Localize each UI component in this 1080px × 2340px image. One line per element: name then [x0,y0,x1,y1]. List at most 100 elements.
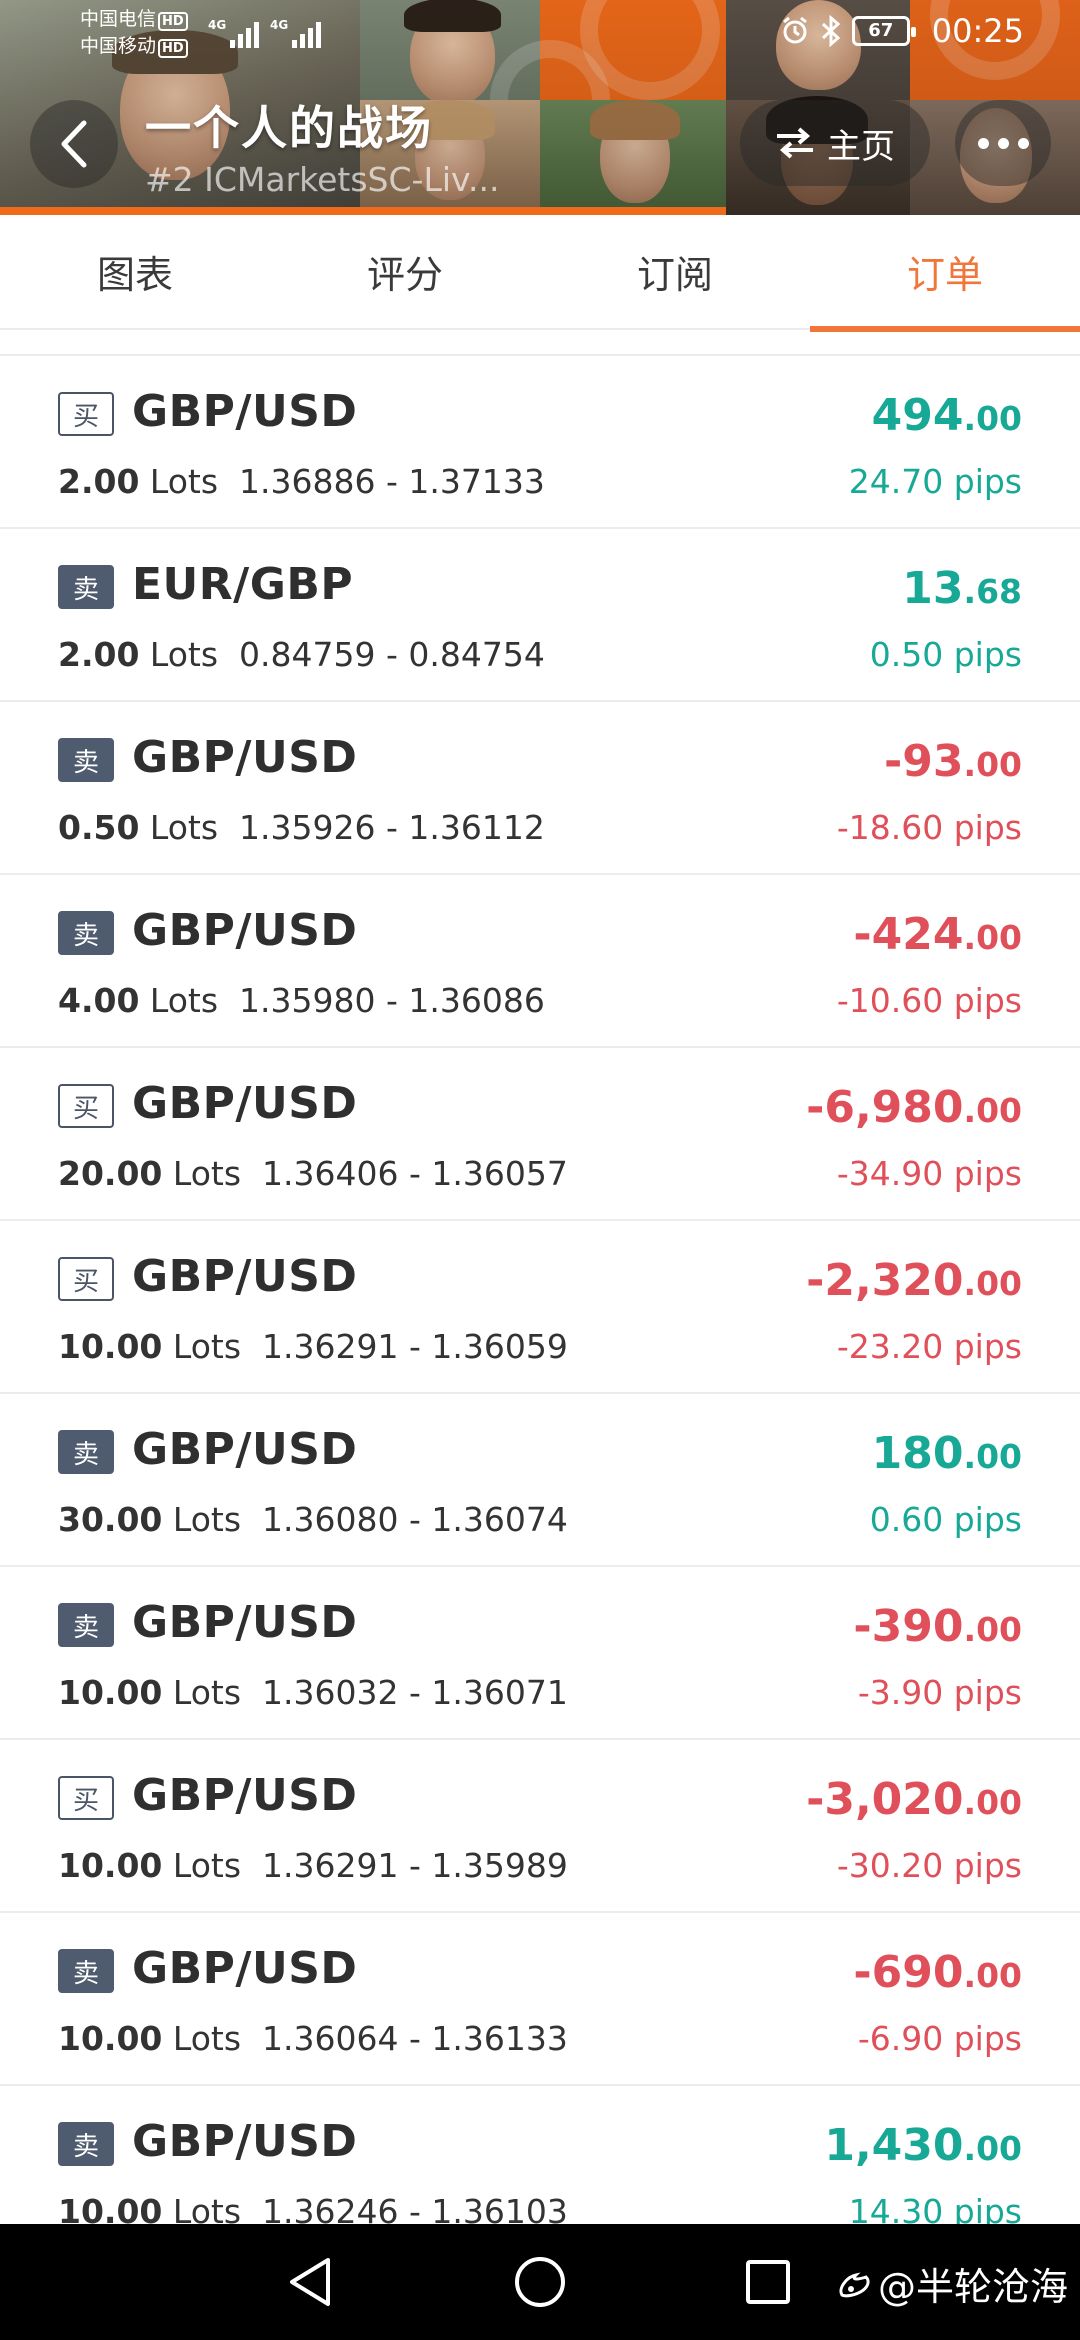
order-prices: 0.84759 - 0.84754 [239,635,545,674]
order-lots: 30.00 [58,1500,163,1539]
home-button-label: 主页 [827,126,895,167]
order-row[interactable]: 卖 EUR/GBP 2.00 Lots 0.84759 - 0.84754 13… [0,529,1080,702]
side-badge: 卖 [58,1430,114,1474]
order-row[interactable]: 卖 GBP/USD 10.00 Lots 1.36064 - 1.36133 -… [0,1913,1080,2086]
order-profit: 1,430.00 [824,2120,1022,2171]
order-symbol: GBP/USD [132,905,358,956]
order-pips: -10.60 pips [836,981,1022,1020]
order-prices: 1.36246 - 1.36103 [262,2192,568,2224]
order-row[interactable]: 卖 GBP/USD 10.00 Lots 1.36246 - 1.36103 1… [0,2086,1080,2224]
profit-decimal: .00 [963,1783,1022,1822]
side-badge: 买 [58,1776,114,1820]
order-details: 10.00 Lots 1.36291 - 1.36059 [58,1327,568,1366]
order-pips: -6.90 pips [857,2019,1022,2058]
order-pips: -34.90 pips [836,1154,1022,1193]
side-badge: 卖 [58,738,114,782]
square-recents-icon [746,2260,790,2304]
side-badge: 卖 [58,1949,114,1993]
order-pips: 14.30 pips [848,2192,1022,2224]
signal-icon: 4G [208,18,262,48]
order-row[interactable]: 卖 GBP/USD 30.00 Lots 1.36080 - 1.36074 1… [0,1394,1080,1567]
order-row[interactable]: 买 GBP/USD 10.00 Lots 1.36291 - 1.36059 -… [0,1221,1080,1394]
order-row[interactable]: 买 GBP/USD 10.00 Lots 1.36291 - 1.35989 -… [0,1740,1080,1913]
back-button[interactable] [30,100,118,188]
profit-integer: 180 [871,1428,964,1479]
profit-decimal: .00 [963,1091,1022,1130]
circle-home-icon [515,2257,565,2307]
order-details: 10.00 Lots 1.36032 - 1.36071 [58,1673,568,1712]
order-row[interactable]: 买 GBP/USD 20.00 Lots 1.36406 - 1.36057 -… [0,1048,1080,1221]
lots-unit: Lots [149,462,219,501]
profit-decimal: .00 [963,399,1022,438]
lots-unit: Lots [172,1500,242,1539]
order-prices: 1.36406 - 1.36057 [262,1154,568,1193]
order-prices: 1.35980 - 1.36086 [239,981,545,1020]
order-lots: 0.50 [58,808,140,847]
nav-home-button[interactable] [510,2252,570,2312]
order-lots: 10.00 [58,1673,163,1712]
order-profit: -424.00 [853,909,1022,960]
order-prices: 1.36886 - 1.37133 [239,462,545,501]
profit-integer: -690 [853,1947,964,1998]
order-lots: 10.00 [58,2019,163,2058]
carrier-1: 中国电信 [80,8,157,30]
profit-integer: 13 [902,563,964,614]
profit-integer: -390 [853,1601,964,1652]
order-lots: 4.00 [58,981,140,1020]
order-lots: 20.00 [58,1154,163,1193]
order-lots: 2.00 [58,635,140,674]
nav-recents-button[interactable] [738,2252,798,2312]
order-details: 0.50 Lots 1.35926 - 1.36112 [58,808,545,847]
lots-unit: Lots [172,1154,242,1193]
order-row[interactable]: 买 GBP/USD 2.00 Lots 1.36886 - 1.37133 49… [0,356,1080,529]
order-list[interactable]: 买 GBP/USD 2.00 Lots 1.36886 - 1.37133 49… [0,354,1080,2224]
profit-integer: -2,320 [806,1255,964,1306]
profit-integer: 494 [871,390,964,441]
more-options-button[interactable] [955,100,1051,186]
tab-orders[interactable]: 订单 [810,215,1080,332]
order-profit: -3,020.00 [806,1774,1022,1825]
order-pips: -23.20 pips [836,1327,1022,1366]
order-lots: 10.00 [58,1846,163,1885]
carrier-2: 中国移动 [80,35,157,57]
order-profit: -6,980.00 [806,1082,1022,1133]
order-profit: 180.00 [872,1428,1022,1479]
tab-rating[interactable]: 评分 [270,215,540,328]
home-button[interactable]: 主页 [740,100,930,186]
profit-integer: -6,980 [806,1082,964,1133]
tab-chart[interactable]: 图表 [0,215,270,328]
lots-unit: Lots [149,808,219,847]
order-details: 30.00 Lots 1.36080 - 1.36074 [58,1500,568,1539]
weibo-logo-icon [839,2272,870,2297]
watermark-text: @半轮沧海 [877,2265,1068,2309]
hd-badge: HD [158,39,188,58]
order-row[interactable]: 卖 GBP/USD 4.00 Lots 1.35980 - 1.36086 -4… [0,875,1080,1048]
side-badge: 卖 [58,565,114,609]
more-dots-icon [977,137,989,149]
alarm-icon [782,16,807,44]
order-details: 10.00 Lots 1.36291 - 1.35989 [58,1846,568,1885]
order-lots: 2.00 [58,462,140,501]
lots-unit: Lots [172,1673,242,1712]
tab-subscribe[interactable]: 订阅 [540,215,810,328]
order-details: 4.00 Lots 1.35980 - 1.36086 [58,981,545,1020]
order-pips: 0.60 pips [869,1500,1022,1539]
order-profit: -690.00 [853,1947,1022,1998]
order-prices: 1.35926 - 1.36112 [239,808,545,847]
order-lots: 10.00 [58,1327,163,1366]
profile-header: 中国电信 HD 中国移动 HD 4G 4G 67 00:25 一个人的战场 #2 I… [0,0,1080,215]
order-details: 2.00 Lots 0.84759 - 0.84754 [58,635,545,674]
order-row[interactable]: 卖 GBP/USD 10.00 Lots 1.36032 - 1.36071 -… [0,1567,1080,1740]
order-symbol: GBP/USD [132,1424,358,1475]
order-pips: 0.50 pips [869,635,1022,674]
order-profit: -2,320.00 [806,1255,1022,1306]
lots-unit: Lots [172,2192,242,2224]
hd-badge: HD [158,12,188,31]
order-row[interactable]: 卖 GBP/USD 0.50 Lots 1.35926 - 1.36112 -9… [0,702,1080,875]
tab-bar: 图表 评分 订阅 订单 [0,215,1080,332]
order-symbol: GBP/USD [132,2116,358,2167]
nav-back-button[interactable] [280,2252,340,2312]
order-profit: 13.68 [902,563,1022,614]
profit-integer: 1,430 [824,2120,964,2171]
order-symbol: GBP/USD [132,1251,358,1302]
